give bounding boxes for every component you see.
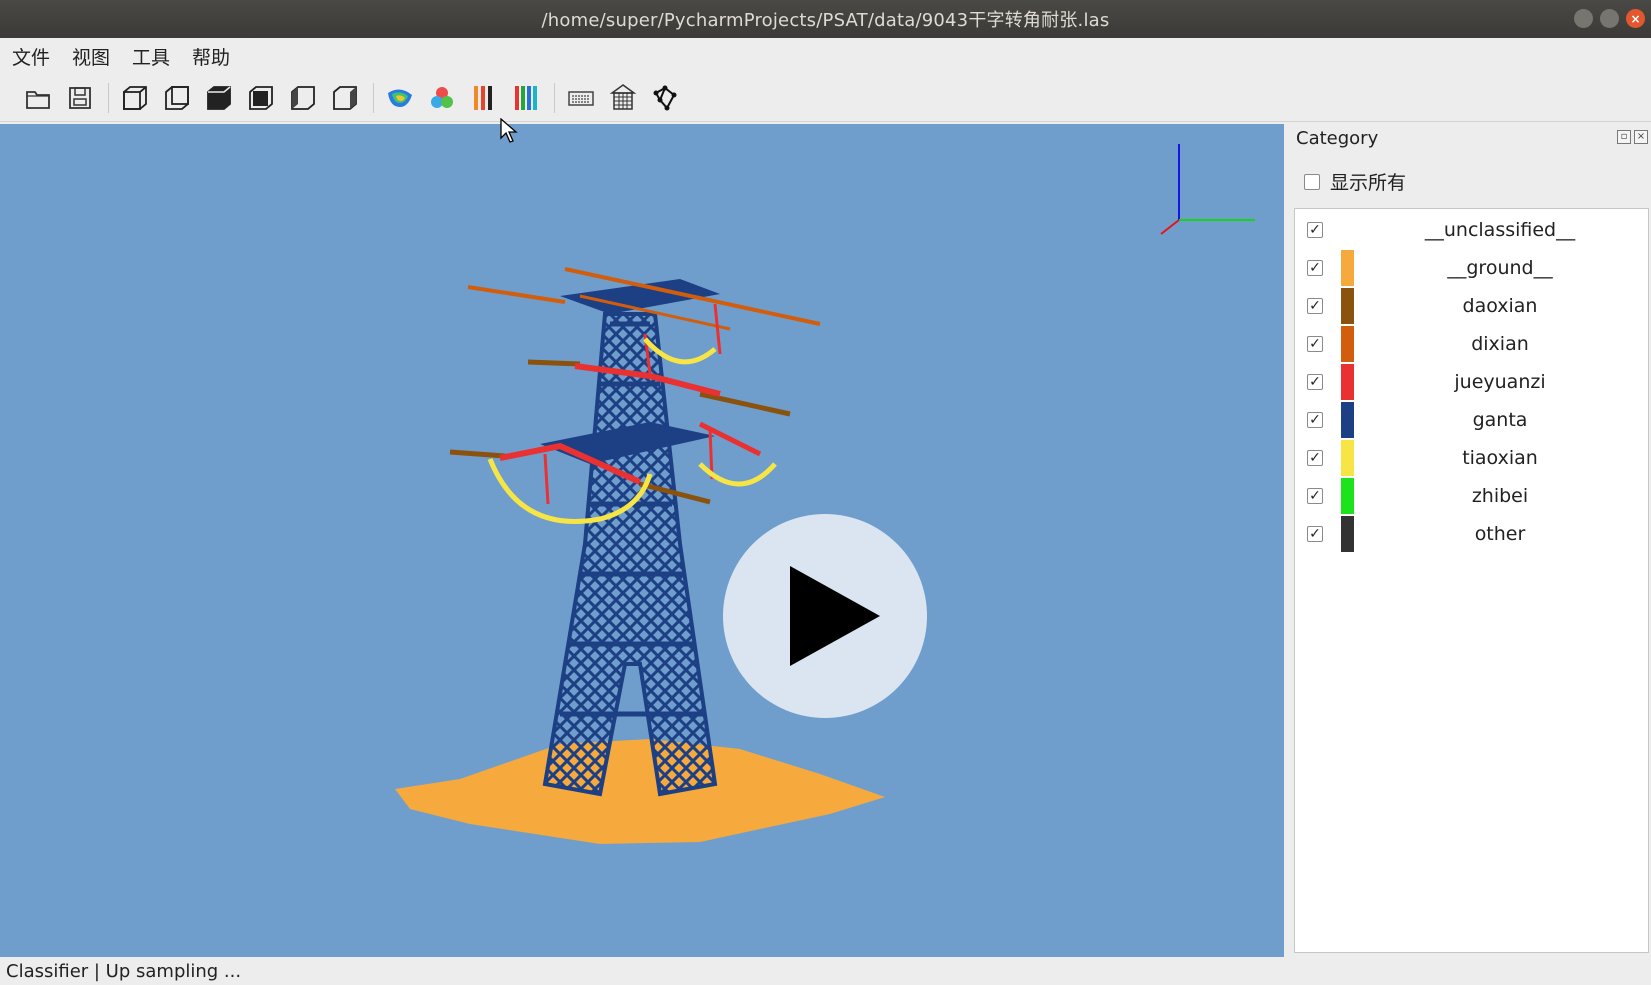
category-checkbox[interactable]: ✓ xyxy=(1307,335,1323,352)
panel-title: Category xyxy=(1296,128,1379,149)
category-label: tiaoxian xyxy=(1462,446,1538,469)
point-cloud-viewport[interactable] xyxy=(0,124,1284,957)
axis-triad xyxy=(1160,144,1255,235)
shield-wire xyxy=(467,285,566,304)
view-right-icon[interactable] xyxy=(327,80,363,116)
category-item[interactable]: ✓ __ground__ xyxy=(1295,249,1648,286)
category-item[interactable]: ✓ jueyuanzi xyxy=(1295,363,1648,400)
conductor-wire xyxy=(527,359,581,367)
show-all-toggle[interactable]: 显示所有 xyxy=(1304,168,1406,195)
color-swatch xyxy=(1341,401,1354,438)
view-back-icon[interactable] xyxy=(159,80,195,116)
category-checkbox[interactable]: ✓ xyxy=(1307,221,1323,238)
show-all-checkbox[interactable] xyxy=(1304,173,1320,190)
color-swatch xyxy=(1341,439,1354,476)
color-swatch xyxy=(1341,249,1354,286)
category-label: dixian xyxy=(1471,332,1529,355)
category-checkbox[interactable]: ✓ xyxy=(1307,259,1323,276)
status-text: Classifier | Up sampling ... xyxy=(6,960,242,982)
open-folder-icon[interactable] xyxy=(20,80,56,116)
view-front-icon[interactable] xyxy=(117,80,153,116)
status-bar: Classifier | Up sampling ... xyxy=(0,957,1651,985)
play-icon xyxy=(790,566,880,666)
category-item[interactable]: ✓ daoxian xyxy=(1295,287,1648,324)
title-bar: /home/super/PycharmProjects/PSAT/data/90… xyxy=(0,0,1651,38)
color-swatch xyxy=(1341,477,1354,514)
menu-tools[interactable]: 工具 xyxy=(130,39,172,74)
classification-color-icon[interactable] xyxy=(466,80,502,116)
maximize-button[interactable] xyxy=(1600,9,1619,28)
category-checkbox[interactable]: ✓ xyxy=(1307,297,1323,314)
toolbar-separator xyxy=(373,82,374,113)
color-swatch xyxy=(1341,515,1354,552)
view-left-icon[interactable] xyxy=(285,80,321,116)
category-item[interactable]: ✓ dixian xyxy=(1295,325,1648,362)
app-window: /home/super/PycharmProjects/PSAT/data/90… xyxy=(0,0,1651,985)
category-checkbox[interactable]: ✓ xyxy=(1307,525,1323,542)
category-label: __unclassified__ xyxy=(1424,218,1576,241)
toolbar xyxy=(0,74,1651,122)
category-label: ganta xyxy=(1472,408,1528,431)
menu-bar: 文件 视图 工具 帮助 xyxy=(0,38,1651,74)
color-swatch xyxy=(1341,363,1354,400)
category-item[interactable]: ✓ other xyxy=(1295,515,1648,552)
color-swatch xyxy=(1341,325,1354,362)
close-button[interactable]: × xyxy=(1626,9,1645,28)
panel-close-button[interactable]: × xyxy=(1634,130,1648,144)
menu-view[interactable]: 视图 xyxy=(70,39,112,74)
view-top-icon[interactable] xyxy=(201,80,237,116)
building-icon[interactable] xyxy=(605,80,641,116)
category-label: daoxian xyxy=(1462,294,1538,317)
category-item[interactable]: ✓ tiaoxian xyxy=(1295,439,1648,476)
category-item[interactable]: ✓ ganta xyxy=(1295,401,1648,438)
undock-button[interactable]: ▫ xyxy=(1617,130,1631,144)
graph-network-icon[interactable] xyxy=(647,80,683,116)
category-checkbox[interactable]: ✓ xyxy=(1307,373,1323,390)
elevation-color-icon[interactable] xyxy=(382,80,418,116)
category-checkbox[interactable]: ✓ xyxy=(1307,487,1323,504)
show-all-label: 显示所有 xyxy=(1330,172,1407,194)
category-label: __ground__ xyxy=(1447,256,1553,279)
category-label: other xyxy=(1474,522,1526,545)
mouse-cursor-icon xyxy=(500,118,518,143)
category-checkbox[interactable]: ✓ xyxy=(1307,411,1323,428)
category-checkbox[interactable]: ✓ xyxy=(1307,449,1323,466)
menu-file[interactable]: 文件 xyxy=(10,39,52,74)
rgb-color-icon[interactable] xyxy=(424,80,460,116)
minimize-button[interactable] xyxy=(1574,9,1593,28)
window-title: /home/super/PycharmProjects/PSAT/data/90… xyxy=(541,10,1110,31)
play-button[interactable] xyxy=(723,514,927,718)
category-label: zhibei xyxy=(1471,484,1529,507)
category-list: ✓ __unclassified__ ✓ __ground__ ✓ daoxia… xyxy=(1294,208,1649,953)
ground-points xyxy=(395,739,885,844)
color-swatch xyxy=(1341,287,1354,324)
category-item[interactable]: ✓ zhibei xyxy=(1295,477,1648,514)
point-cloud-scene xyxy=(395,144,1255,844)
category-item[interactable]: ✓ __unclassified__ xyxy=(1295,211,1648,248)
menu-help[interactable]: 帮助 xyxy=(190,39,232,74)
multi-color-icon[interactable] xyxy=(508,80,544,116)
save-icon[interactable] xyxy=(62,80,98,116)
view-bottom-icon[interactable] xyxy=(243,80,279,116)
toolbar-separator xyxy=(108,82,109,113)
category-panel: Category ▫ × 显示所有 ✓ __unclassified__ ✓ _… xyxy=(1284,124,1651,957)
toolbar-separator xyxy=(554,82,555,113)
category-label: jueyuanzi xyxy=(1454,370,1546,393)
keyboard-icon[interactable] xyxy=(563,80,599,116)
